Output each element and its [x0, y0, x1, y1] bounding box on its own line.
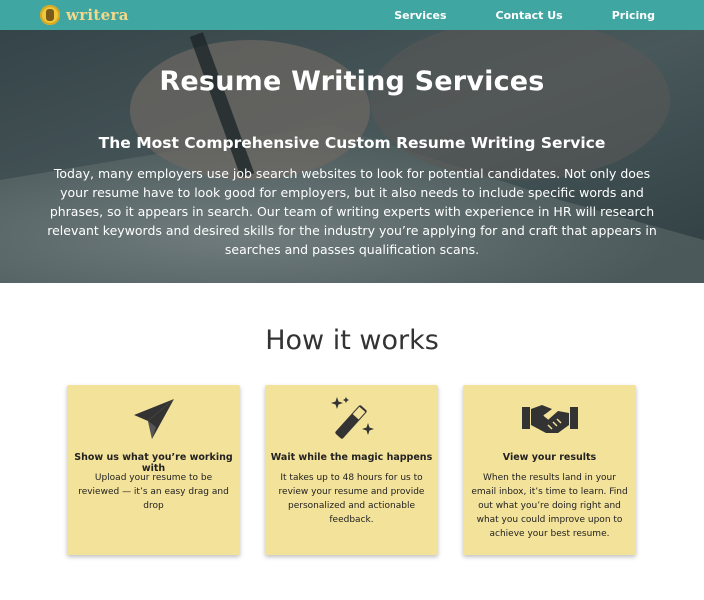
- step-card-wait: Wait while the magic happens It takes up…: [265, 385, 438, 555]
- step-text: When the results land in your email inbo…: [471, 473, 628, 539]
- logo-icon: [40, 5, 60, 25]
- step-text: Upload your resume to be reviewed — it’s…: [78, 473, 229, 511]
- magic-wand-icon: [265, 395, 438, 443]
- top-navbar: writera Services Contact Us Pricing: [0, 0, 704, 31]
- step-title: View your results: [502, 452, 597, 463]
- nav-links: Services Contact Us Pricing: [394, 0, 704, 30]
- hero-section: Resume Writing Services The Most Compreh…: [0, 30, 704, 283]
- logo-text: writera: [66, 6, 129, 24]
- nav-link-pricing[interactable]: Pricing: [612, 9, 655, 22]
- step-card-upload: Show us what you’re working with Upload …: [67, 385, 240, 555]
- nav-link-contact-us[interactable]: Contact Us: [496, 9, 563, 22]
- handshake-icon: [463, 395, 636, 443]
- step-text: It takes up to 48 hours for us to review…: [278, 473, 425, 525]
- paper-plane-icon: [67, 395, 240, 443]
- how-it-works-cards: Show us what you’re working with Upload …: [67, 385, 637, 555]
- hero-subtitle: The Most Comprehensive Custom Resume Wri…: [98, 134, 606, 152]
- step-title: Wait while the magic happens: [270, 452, 433, 463]
- hero-title: Resume Writing Services: [159, 66, 545, 97]
- brand-logo[interactable]: writera: [40, 4, 129, 26]
- nav-link-services[interactable]: Services: [394, 9, 446, 22]
- step-card-results: View your results When the results land …: [463, 385, 636, 555]
- how-it-works-heading: How it works: [265, 325, 439, 356]
- hero-description: Today, many employers use job search web…: [47, 166, 657, 257]
